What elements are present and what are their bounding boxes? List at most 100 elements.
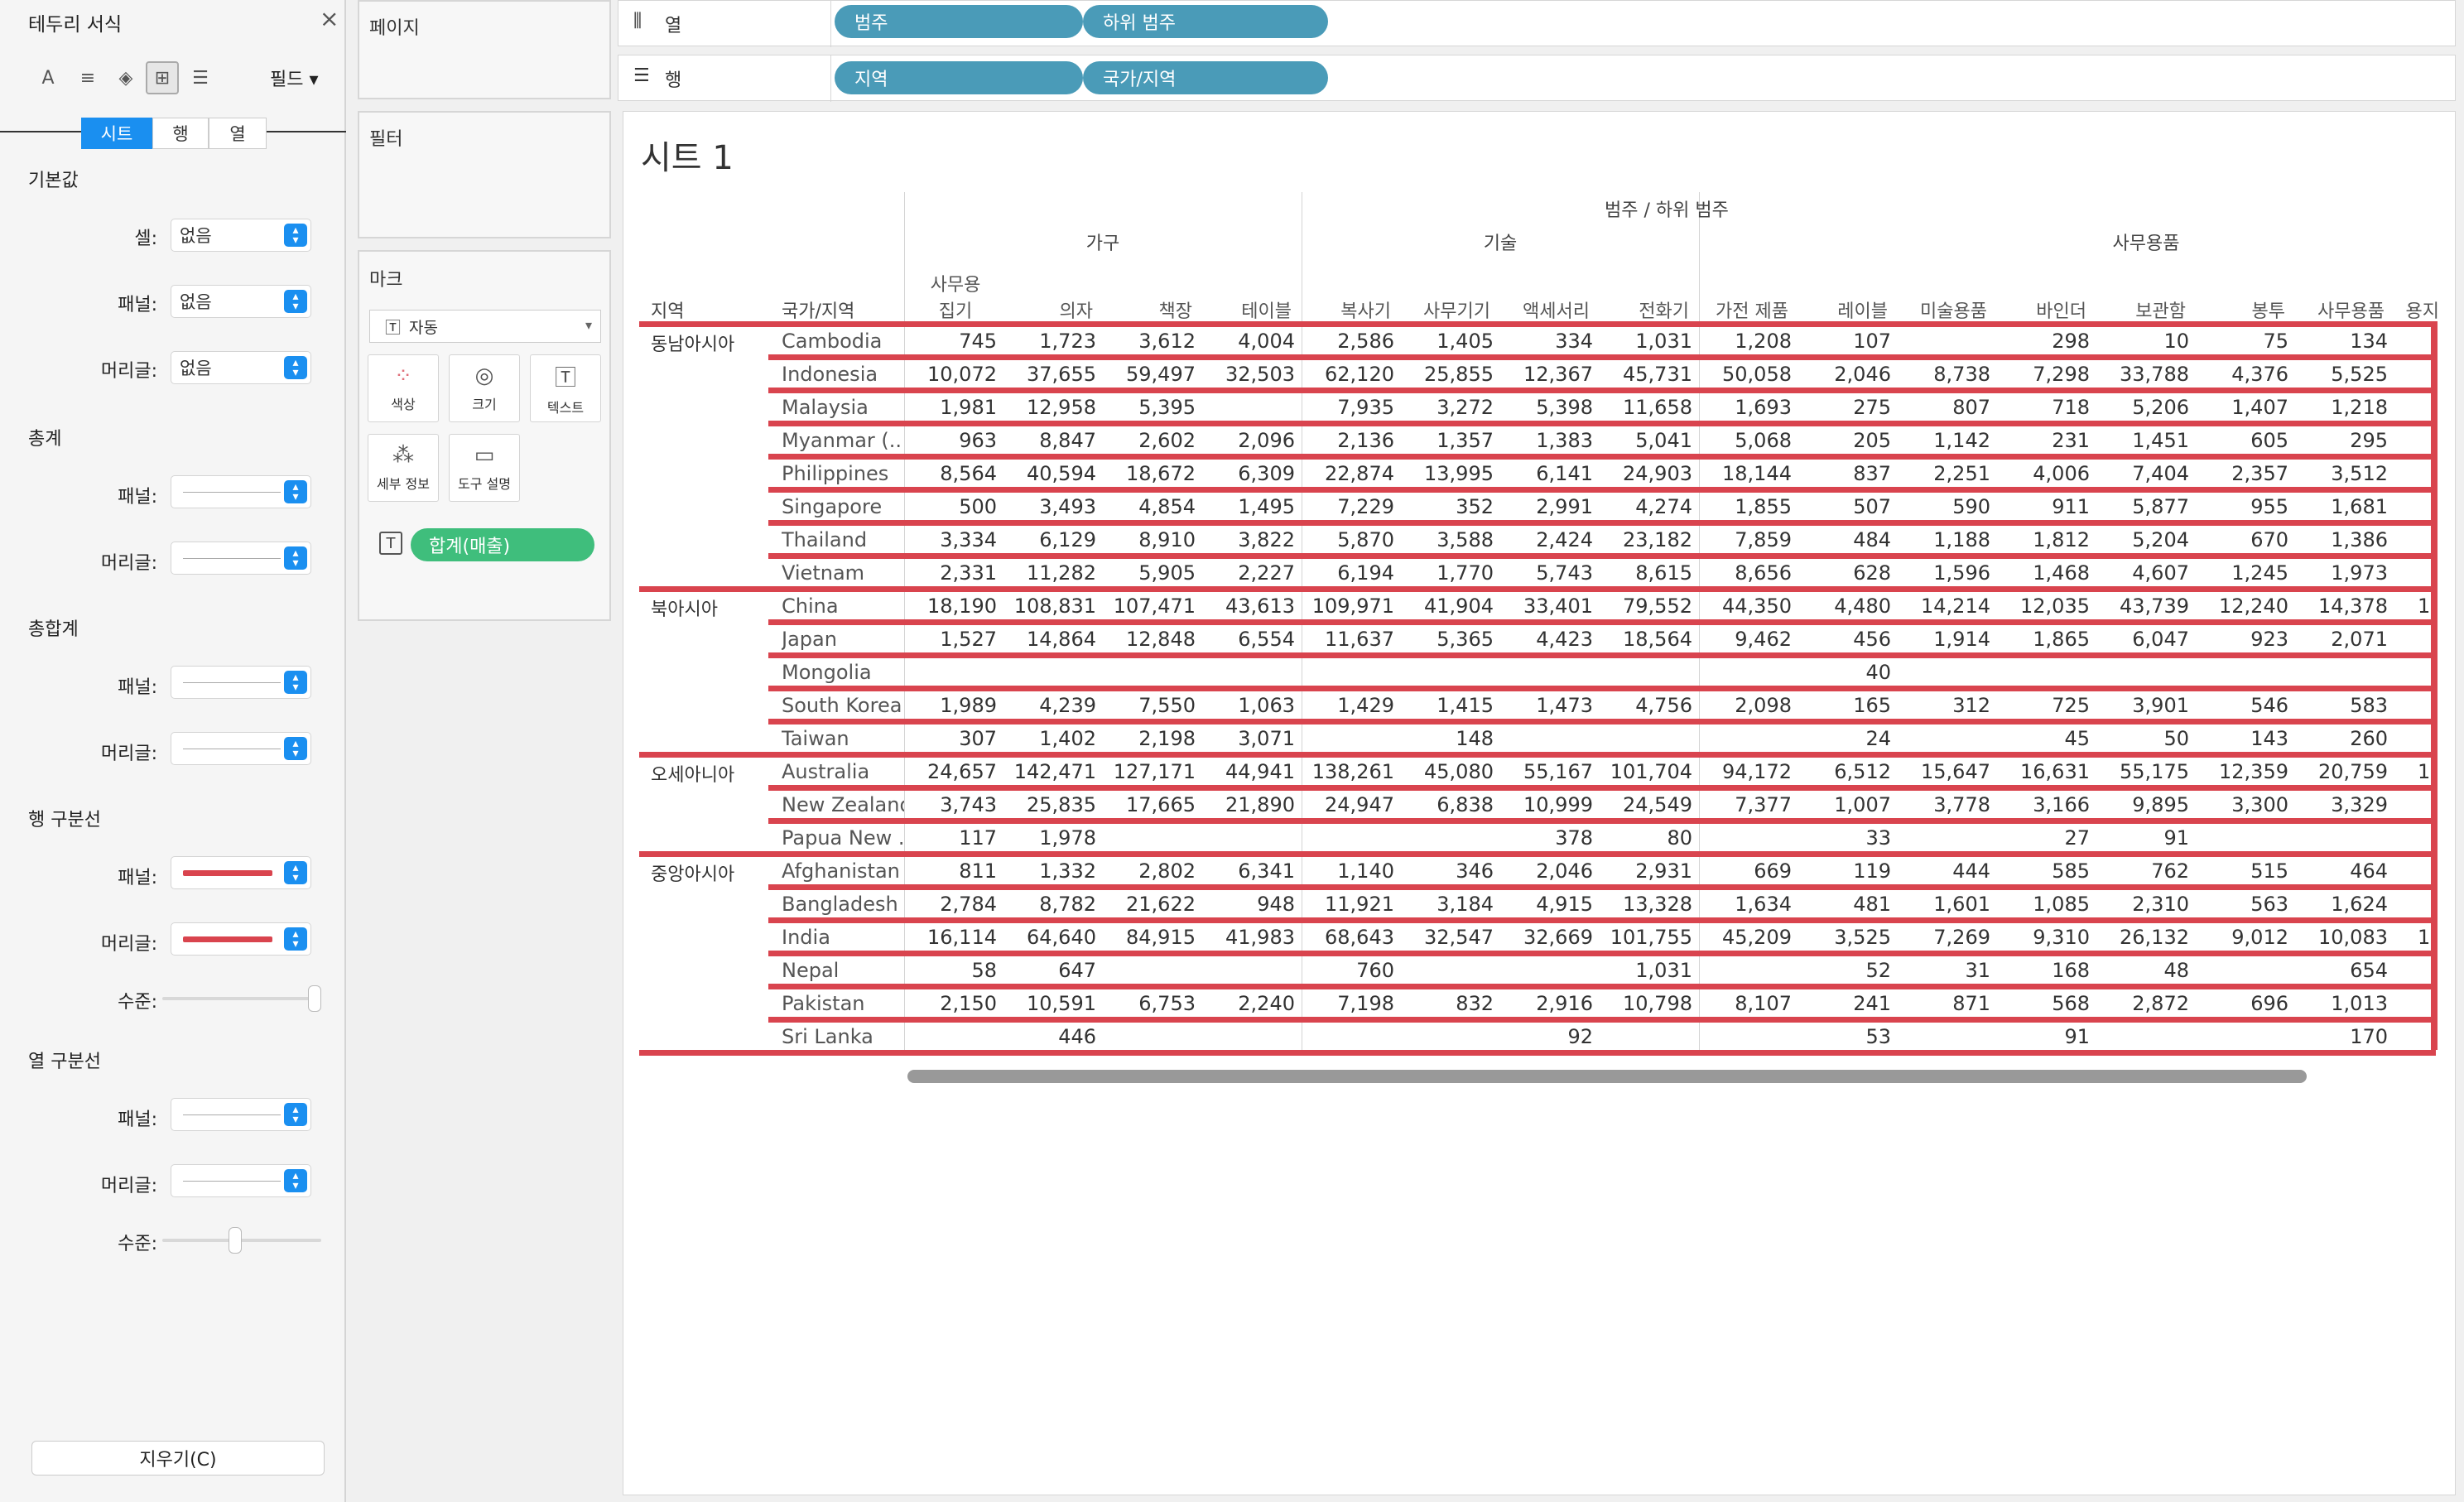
table-cell: 45	[2064, 727, 2090, 750]
table-cell: 546	[2250, 694, 2288, 717]
field-dropdown[interactable]: 필드 ▾	[270, 65, 319, 91]
color-button[interactable]: ⁘ 색상	[368, 354, 439, 422]
tab-columns[interactable]: 열	[209, 118, 267, 149]
lines-icon[interactable]: ☰	[184, 61, 217, 94]
font-icon[interactable]: A	[31, 61, 65, 94]
table-cell: 5,870	[1337, 528, 1394, 551]
table-cell: 2,251	[1933, 462, 1990, 485]
caret-down-icon: ▾	[303, 70, 319, 90]
table-cell: 346	[1456, 859, 1494, 883]
align-icon[interactable]: ≡	[71, 61, 104, 94]
table-cell: 760	[1356, 959, 1394, 982]
table-cell: 5,068	[1735, 429, 1792, 452]
table-cell: 605	[2250, 429, 2288, 452]
table-cell: 6,309	[1238, 462, 1295, 485]
table-cell: 4,854	[1138, 495, 1196, 518]
close-icon[interactable]: ×	[320, 5, 339, 32]
measure-pill-sales[interactable]: 합계(매출)	[411, 528, 594, 561]
grand-totals-pane-select[interactable]: ▴ ▾	[171, 666, 311, 699]
row-pill-country[interactable]: 국가/지역	[1083, 61, 1328, 94]
subcategory-header: 바인더	[2036, 301, 2086, 322]
table-cell: 20,759	[2318, 760, 2388, 783]
column-pill-category[interactable]: 범주	[835, 5, 1083, 38]
detail-button[interactable]: ⁂ 세부 정보	[368, 434, 439, 502]
stepper-icon: ▴ ▾	[284, 861, 307, 884]
country-label: Japan	[782, 628, 837, 651]
table-cell: 12,240	[2219, 595, 2288, 618]
pane-label: 패널:	[118, 868, 157, 888]
pane-label: 패널:	[118, 1110, 157, 1130]
marks-title: 마크	[369, 270, 403, 291]
table-cell: 45,080	[1424, 760, 1494, 783]
clear-button[interactable]: 지우기(C)	[31, 1441, 325, 1476]
table-cell: 3,184	[1437, 893, 1494, 916]
table-cell: 8,107	[1735, 992, 1792, 1015]
table-cell: 92	[1567, 1025, 1593, 1048]
table-cell: 1,624	[2331, 893, 2388, 916]
slider-knob[interactable]	[308, 985, 321, 1012]
row-divider-level-slider[interactable]	[162, 985, 321, 1012]
subcategory-header: 가전 제품	[1716, 301, 1788, 322]
table-cell: 8,782	[1039, 893, 1096, 916]
table-cell: 8,564	[940, 462, 997, 485]
shading-icon[interactable]: ◈	[109, 61, 142, 94]
table-cell: 1,188	[1933, 528, 1990, 551]
col-divider-level-slider[interactable]	[162, 1227, 321, 1254]
country-label: South Korea	[782, 694, 902, 717]
table-cell: 25,835	[1027, 793, 1096, 816]
text-button[interactable]: 🅃 텍스트	[530, 354, 601, 422]
tab-rows[interactable]: 행	[152, 118, 209, 149]
col-divider-header-select[interactable]: ▴ ▾	[171, 1164, 311, 1197]
table-cell: 91	[2064, 1025, 2090, 1048]
stepper-icon: ▴ ▾	[284, 290, 307, 313]
totals-header-select[interactable]: ▴ ▾	[171, 542, 311, 575]
size-label: 크기	[472, 397, 497, 412]
shelf-divider	[830, 55, 831, 102]
row-divider-header-select[interactable]: ▴ ▾	[171, 922, 311, 956]
totals-pane-select[interactable]: ▴ ▾	[171, 475, 311, 508]
header-label: 머리글:	[100, 361, 157, 382]
country-label: New Zealand	[782, 793, 904, 816]
borders-icon[interactable]: ⊞	[146, 61, 179, 94]
table-cell: 5,365	[1437, 628, 1494, 651]
slider-knob[interactable]	[229, 1227, 242, 1254]
table-cell: 3,525	[1834, 926, 1891, 949]
table-cell: 4,004	[1238, 330, 1295, 353]
mark-type-dropdown[interactable]: 🅃 자동 ▾	[369, 310, 601, 343]
line-sample-red	[183, 870, 272, 876]
column-pill-subcategory[interactable]: 하위 범주	[1083, 5, 1328, 38]
cell-border-select[interactable]: 없음 ▴ ▾	[171, 219, 311, 252]
table-cell: 32,669	[1523, 926, 1593, 949]
row-pill-region[interactable]: 지역	[835, 61, 1083, 94]
table-cell: 500	[959, 495, 997, 518]
table-cell: 1,495	[1238, 495, 1295, 518]
tab-sheet[interactable]: 시트	[81, 118, 152, 149]
table-cell: 654	[2350, 959, 2388, 982]
pane-label: 패널:	[118, 487, 157, 508]
table-cell: 62,120	[1325, 363, 1394, 386]
table-cell: 14,864	[1027, 628, 1096, 651]
size-icon: ◎	[474, 363, 494, 388]
table-cell: 7,377	[1735, 793, 1792, 816]
table-cell: 4,607	[2132, 561, 2189, 585]
table-cell: 58	[971, 959, 997, 982]
table-cell: 109,971	[1311, 595, 1394, 618]
table-cell: 1,973	[2331, 561, 2388, 585]
table-cell: 41,983	[1225, 926, 1295, 949]
pages-card[interactable]: 페이지	[358, 0, 611, 99]
tooltip-button[interactable]: ▭ 도구 설명	[449, 434, 520, 502]
row-divider-pane-select[interactable]: ▴ ▾	[171, 856, 311, 889]
table-cell: 1,405	[1437, 330, 1494, 353]
col-divider-pane-select[interactable]: ▴ ▾	[171, 1098, 311, 1131]
table-cell: 14,378	[2318, 595, 2388, 618]
header-border-select[interactable]: 없음 ▴ ▾	[171, 351, 311, 384]
pane-border-select[interactable]: 없음 ▴ ▾	[171, 285, 311, 318]
grand-totals-header-select[interactable]: ▴ ▾	[171, 732, 311, 765]
text-label: 텍스트	[546, 399, 585, 416]
size-button[interactable]: ◎ 크기	[449, 354, 520, 422]
table-cell: 2,357	[2231, 462, 2288, 485]
header-label: 머리글:	[100, 934, 157, 955]
table-cell: 2,602	[1138, 429, 1196, 452]
horizontal-scrollbar[interactable]	[907, 1070, 2307, 1083]
filters-card[interactable]: 필터	[358, 111, 611, 238]
